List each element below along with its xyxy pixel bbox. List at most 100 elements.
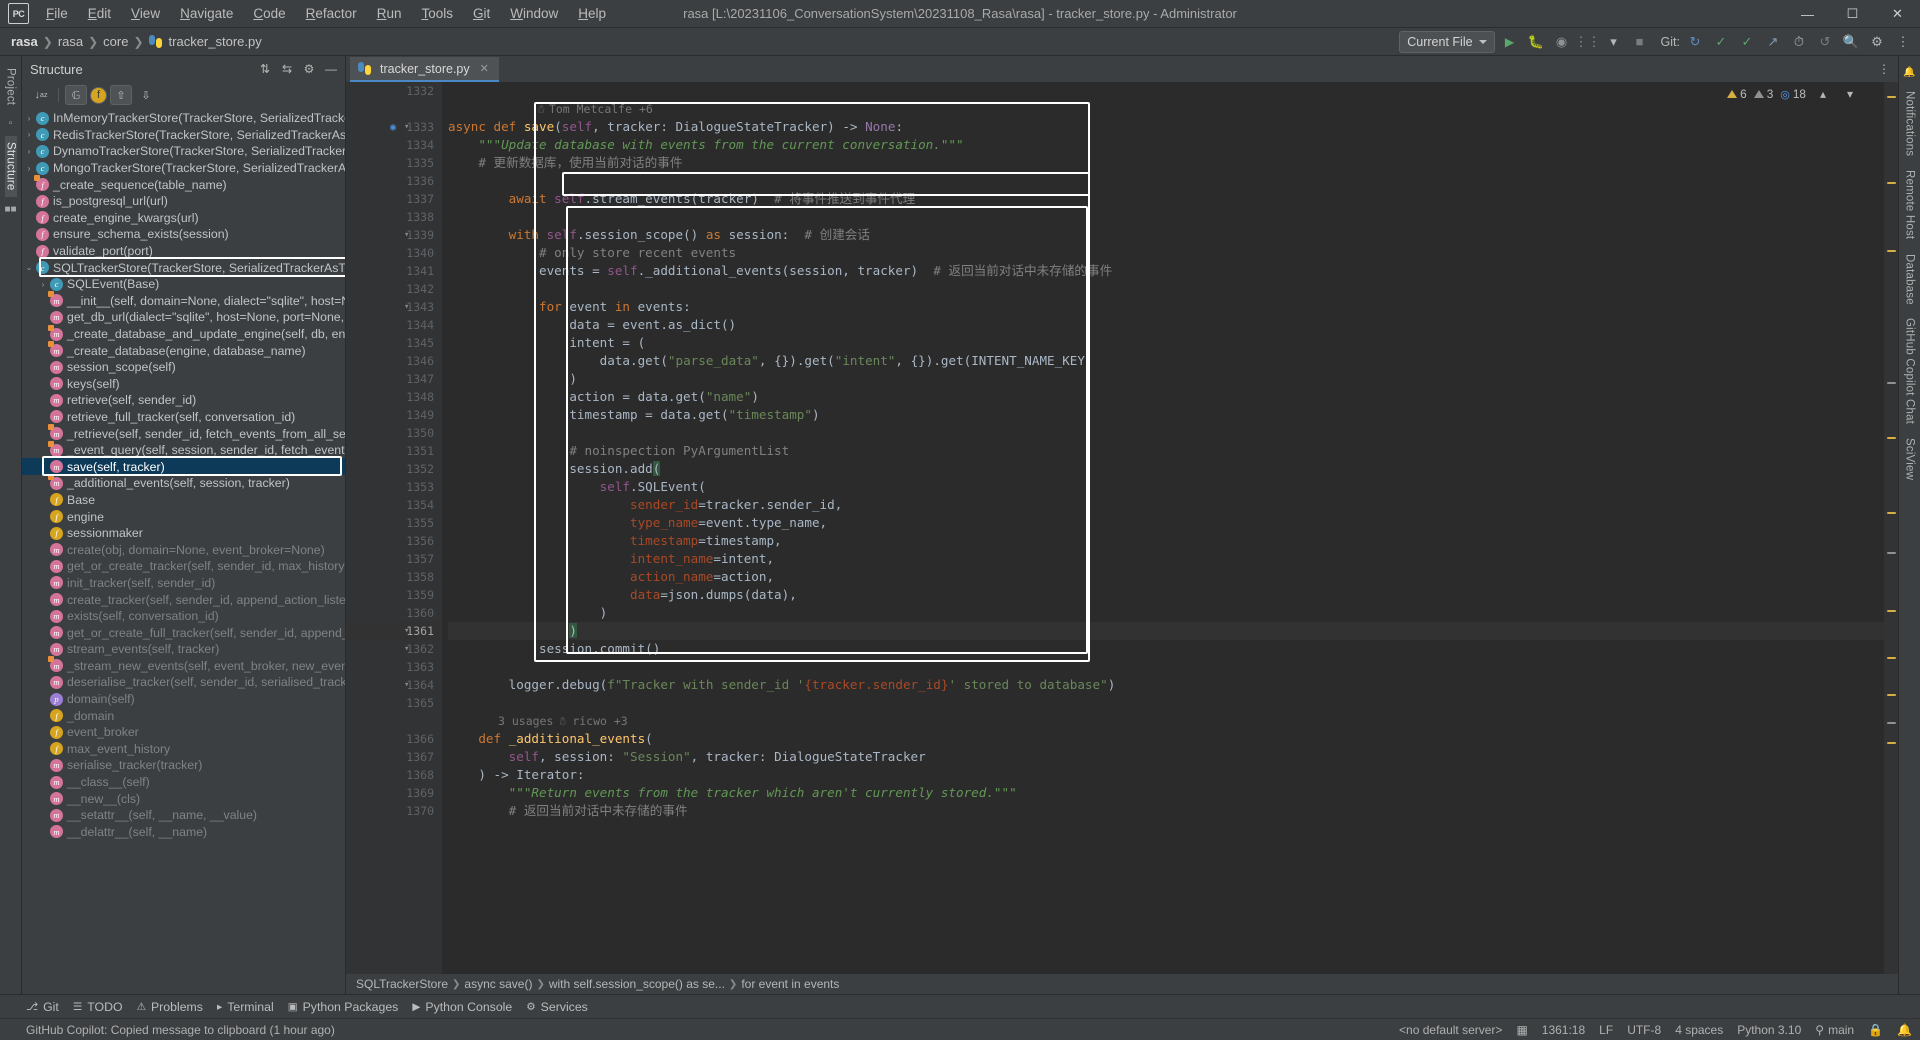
chevron-icon[interactable]: › bbox=[36, 280, 50, 289]
fold-marker-icon[interactable]: ▾ bbox=[404, 226, 438, 244]
structure-tree-item[interactable]: m session_scope(self) bbox=[22, 359, 345, 376]
settings-gear-icon[interactable]: ⚙ bbox=[299, 59, 319, 79]
structure-tree-item[interactable]: m __class__(self) bbox=[22, 774, 345, 791]
fold-marker-icon[interactable]: ▾ bbox=[404, 640, 438, 658]
structure-tree-item[interactable]: › c InMemoryTrackerStore(TrackerStore, Ser… bbox=[22, 110, 345, 127]
menu-item-refactor[interactable]: Refactor bbox=[296, 3, 367, 24]
structure-tree-item[interactable]: m __new__(cls) bbox=[22, 790, 345, 807]
code-line[interactable] bbox=[448, 658, 1884, 676]
structure-tree-item[interactable]: m __setattr__(self, __name, __value) bbox=[22, 807, 345, 824]
menu-item-navigate[interactable]: Navigate bbox=[170, 3, 243, 24]
error-stripe-mark[interactable] bbox=[1887, 250, 1896, 252]
code-line[interactable] bbox=[448, 280, 1884, 298]
maximize-button[interactable]: ☐ bbox=[1830, 0, 1875, 28]
chevron-icon[interactable]: › bbox=[22, 130, 36, 139]
structure-tree-item[interactable]: m stream_events(self, tracker) bbox=[22, 641, 345, 658]
collapse-all-icon[interactable]: ⇆ bbox=[277, 59, 297, 79]
error-stripe-mark[interactable] bbox=[1887, 610, 1896, 612]
structure-tree-item[interactable]: › c DynamoTrackerStore(TrackerStore, Seria… bbox=[22, 143, 345, 160]
structure-tree-item[interactable]: f is_postgresql_url(url) bbox=[22, 193, 345, 210]
structure-tree-item[interactable]: › c SQLEvent(Base) bbox=[22, 276, 345, 293]
code-area[interactable]: ☃ Tom Metcalfe +6 async def save(self, tra… bbox=[442, 82, 1884, 974]
git-commit-icon[interactable]: ✓ bbox=[1710, 31, 1732, 53]
settings-gear-icon[interactable]: ⚙ bbox=[1866, 31, 1888, 53]
structure-tree-item[interactable]: f _domain bbox=[22, 707, 345, 724]
code-line[interactable]: await self.stream_events(tracker) # 将事件推… bbox=[448, 190, 1884, 208]
chevron-down-icon[interactable]: ▾ bbox=[1840, 84, 1860, 104]
structure-tree-item[interactable]: m _additional_events(self, session, track… bbox=[22, 473, 345, 492]
show-fields-icon[interactable]: f bbox=[90, 86, 107, 104]
error-stripe-mark[interactable] bbox=[1887, 694, 1896, 696]
bottom-tool-problems[interactable]: ⚠ Problems bbox=[137, 1000, 203, 1014]
structure-tree-item[interactable]: f create_engine_kwargs(url) bbox=[22, 210, 345, 227]
code-line[interactable]: ) -> Iterator: bbox=[448, 766, 1884, 784]
structure-tree-item[interactable]: f engine bbox=[22, 508, 345, 525]
fold-marker-icon[interactable]: ▾ bbox=[404, 298, 438, 316]
bottom-tool-todo[interactable]: ☰ TODO bbox=[73, 1000, 123, 1014]
structure-tree-item[interactable]: p domain(self) bbox=[22, 691, 345, 708]
bottom-tool-python-console[interactable]: ▶ Python Console bbox=[412, 1000, 512, 1014]
editor-breadcrumb-item[interactable]: with self.session_scope() as se... bbox=[549, 977, 725, 991]
breadcrumb-root[interactable]: rasa bbox=[8, 34, 41, 49]
structure-tree-item[interactable]: m _retrieve(self, sender_id, fetch_events… bbox=[22, 424, 345, 442]
sort-alphabetically-icon[interactable]: ↓ az bbox=[30, 85, 52, 105]
error-stripe-mark[interactable] bbox=[1887, 657, 1896, 659]
error-stripe-mark[interactable] bbox=[1887, 437, 1896, 439]
close-icon[interactable]: ✕ bbox=[480, 62, 489, 75]
code-line[interactable]: session.commit() bbox=[448, 640, 1884, 658]
expand-all-icon[interactable]: ⇅ bbox=[255, 59, 275, 79]
code-line[interactable]: data = event.as_dict() bbox=[448, 316, 1884, 334]
stop-icon[interactable]: ■ bbox=[1629, 31, 1651, 53]
menu-item-window[interactable]: Window bbox=[500, 3, 568, 24]
code-line[interactable]: for event in events: bbox=[448, 298, 1884, 316]
structure-tree-item[interactable]: f validate_port(port) bbox=[22, 243, 345, 260]
minimize-button[interactable]: — bbox=[1785, 0, 1830, 28]
code-line[interactable]: self, session: "Session", tracker: Dialo… bbox=[448, 748, 1884, 766]
line-separator[interactable]: LF bbox=[1599, 1023, 1613, 1037]
code-line[interactable]: # 返回当前对话中未存储的事件 bbox=[448, 802, 1884, 820]
structure-tree-item[interactable]: f event_broker bbox=[22, 724, 345, 741]
code-line[interactable]: timestamp=timestamp, bbox=[448, 532, 1884, 550]
bottom-tool-python-packages[interactable]: ▣ Python Packages bbox=[288, 1000, 399, 1014]
code-line[interactable]: self.SQLEvent( bbox=[448, 478, 1884, 496]
bookmarks-icon[interactable]: ▫ bbox=[9, 118, 13, 129]
structure-tree-item[interactable]: m retrieve_full_tracker(self, conversatio… bbox=[22, 409, 345, 426]
error-stripe-mark[interactable] bbox=[1887, 96, 1896, 98]
breadcrumb-file[interactable]: tracker_store.py bbox=[146, 34, 265, 49]
tool-button-sciview[interactable]: SciView bbox=[1904, 432, 1916, 486]
tool-button-structure[interactable]: Structure bbox=[4, 136, 17, 197]
search-icon[interactable]: 🔍 bbox=[1840, 31, 1862, 53]
menu-item-file[interactable]: File bbox=[36, 3, 78, 24]
commit-icon[interactable]: ■■ bbox=[4, 204, 16, 215]
error-stripe-mark[interactable] bbox=[1887, 722, 1896, 724]
structure-tree-item[interactable]: m __init__(self, domain=None, dialect="sq… bbox=[22, 291, 345, 310]
hamburger-menu-icon[interactable]: ⋮ bbox=[1892, 31, 1914, 53]
chevron-up-icon[interactable]: ▴ bbox=[1813, 84, 1833, 104]
menu-item-edit[interactable]: Edit bbox=[78, 3, 121, 24]
structure-tree-item[interactable]: m _create_database(engine, database_name) bbox=[22, 341, 345, 359]
error-stripe-mark[interactable] bbox=[1887, 552, 1896, 554]
code-line[interactable]: """Return events from the tracker which … bbox=[448, 784, 1884, 802]
code-line[interactable]: action = data.get("name") bbox=[448, 388, 1884, 406]
structure-tree[interactable]: › c InMemoryTrackerStore(TrackerStore, Ser… bbox=[22, 108, 345, 994]
structure-tree-item[interactable]: m exists(self, conversation_id) bbox=[22, 608, 345, 625]
menu-item-run[interactable]: Run bbox=[367, 3, 412, 24]
override-gutter-icon[interactable]: ◉ bbox=[390, 118, 424, 136]
error-stripe-mark[interactable] bbox=[1887, 512, 1896, 514]
code-line[interactable]: ) bbox=[448, 370, 1884, 388]
structure-tree-item[interactable]: › c MongoTrackerStore(TrackerStore, Serial… bbox=[22, 160, 345, 177]
git-push-icon[interactable]: ✓ bbox=[1736, 31, 1758, 53]
hide-panel-icon[interactable]: — bbox=[321, 59, 341, 79]
tool-button-database[interactable]: Database bbox=[1904, 248, 1916, 311]
editor-breadcrumb-item[interactable]: SQLTrackerStore bbox=[356, 977, 448, 991]
structure-tree-item[interactable]: m __delattr__(self, __name) bbox=[22, 824, 345, 841]
git-branch-widget[interactable]: ⚲ main bbox=[1815, 1023, 1854, 1037]
code-line[interactable] bbox=[448, 82, 1884, 100]
structure-tree-item[interactable]: m get_or_create_full_tracker(self, sender… bbox=[22, 624, 345, 641]
inspection-widget[interactable]: 6 3 ◎ 18 ▴ ▾ bbox=[1727, 84, 1860, 104]
structure-tree-item[interactable]: m keys(self) bbox=[22, 376, 345, 393]
more-tabs-icon[interactable]: ⋮ bbox=[1874, 59, 1894, 79]
git-rollback-icon[interactable]: ↺ bbox=[1814, 31, 1836, 53]
error-stripe-scrollbar[interactable] bbox=[1884, 82, 1898, 974]
menu-item-help[interactable]: Help bbox=[568, 3, 616, 24]
